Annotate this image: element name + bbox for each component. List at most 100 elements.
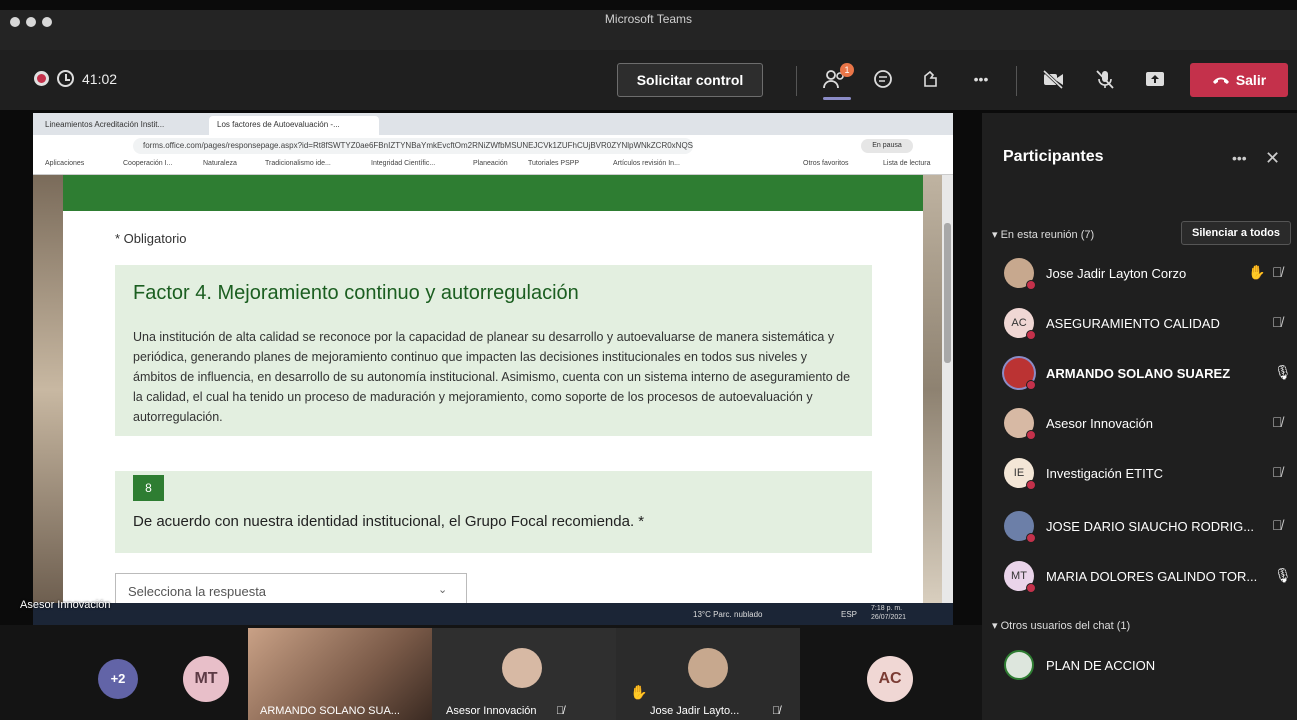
mic-off-icon[interactable]: 🎙̸: [1272, 264, 1283, 280]
mic-off-icon: [1096, 70, 1114, 89]
mic-off-icon: 🎙̸: [772, 705, 781, 717]
request-control-button[interactable]: Solicitar control: [617, 63, 763, 97]
mic-toggle[interactable]: [1090, 64, 1120, 94]
avatar: [1004, 408, 1036, 440]
camera-toggle[interactable]: [1039, 64, 1069, 94]
participant-row[interactable]: PLAN DE ACCION: [1000, 644, 1292, 684]
video-tile-name: Asesor Innovación: [446, 705, 537, 717]
weather-status: 13°C Parc. nublado: [693, 610, 763, 619]
video-tile-name: ARMANDO SOLANO SUA...: [260, 705, 400, 717]
participant-row[interactable]: MT MARIA DOLORES GALINDO TOR... 🎙: [1000, 555, 1292, 595]
answer-select[interactable]: Selecciona la respuesta: [115, 573, 467, 605]
more-actions-button[interactable]: •••: [966, 64, 996, 94]
close-icon[interactable]: ✕: [1265, 148, 1280, 169]
avatar: [1004, 650, 1034, 680]
participant-name: Jose Jadir Layton Corzo: [1046, 266, 1187, 281]
participant-name: ARMANDO SOLANO SUAREZ: [1046, 366, 1231, 381]
chat-icon: [874, 70, 892, 88]
reactions-icon: [924, 70, 937, 87]
question-card: [115, 471, 872, 553]
overflow-participants-button[interactable]: +2: [98, 659, 138, 699]
participant-row[interactable]: IE Investigación ETITC 🎙̸: [1000, 452, 1292, 492]
participant-name: ASEGURAMIENTO CALIDAD: [1046, 316, 1220, 331]
panel-more-button[interactable]: •••: [1232, 150, 1247, 166]
leave-button[interactable]: Salir: [1190, 63, 1288, 97]
mic-off-icon[interactable]: 🎙̸: [1272, 517, 1283, 533]
camera-off-icon: [1042, 69, 1064, 89]
paused-badge[interactable]: En pausa: [861, 139, 913, 153]
mic-icon[interactable]: 🎙: [1274, 364, 1292, 381]
caret-down-icon: ▾: [992, 229, 1001, 241]
meeting-timer: 41:02: [82, 71, 118, 87]
section-description: Una institución de alta calidad se recon…: [133, 330, 851, 424]
mic-off-icon[interactable]: 🎙̸: [1272, 464, 1283, 480]
participant-name: Investigación ETITC: [1046, 466, 1164, 481]
chevron-down-icon[interactable]: ⌄: [438, 583, 447, 596]
chat-button[interactable]: [868, 64, 898, 94]
raised-hand-icon: ✋: [630, 684, 648, 700]
os-date: 26/07/2021: [871, 614, 907, 621]
participant-row[interactable]: AC ASEGURAMIENTO CALIDAD 🎙̸: [1000, 302, 1292, 342]
participant-name: Asesor Innovación: [1046, 416, 1153, 431]
avatar: [1004, 258, 1036, 290]
avatar: AC: [1004, 308, 1036, 340]
page-background: [33, 175, 63, 605]
raised-hand-icon: ✋: [1248, 264, 1266, 280]
bookmark-item[interactable]: Tutoriales PSPP: [528, 160, 579, 167]
recording-icon: [34, 71, 49, 86]
participant-name: PLAN DE ACCION: [1046, 658, 1156, 673]
browser-tab[interactable]: Lineamientos Acreditación Instit...: [37, 116, 207, 135]
active-indicator: [823, 97, 851, 100]
mic-off-icon: 🎙̸: [556, 705, 565, 717]
bookmark-item[interactable]: Cooperación I...: [123, 160, 172, 167]
os-taskbar: [33, 603, 953, 625]
avatar: [1004, 511, 1036, 543]
in-meeting-label: En esta reunión (7): [1000, 229, 1095, 241]
mic-off-icon[interactable]: 🎙̸: [1272, 314, 1283, 330]
in-meeting-section[interactable]: ▾ En esta reunión (7): [992, 228, 1094, 241]
mute-all-button[interactable]: Silenciar a todos: [1181, 221, 1291, 245]
reactions-button[interactable]: [915, 64, 945, 94]
other-chat-label: Otros usuarios del chat (1): [1000, 620, 1131, 632]
bookmark-item[interactable]: Tradicionalismo ide...: [265, 160, 331, 167]
participant-row[interactable]: JOSE DARIO SIAUCHO RODRIG... 🎙̸: [1000, 505, 1292, 545]
mic-off-icon[interactable]: 🎙̸: [1272, 414, 1283, 430]
avatar-initials: IE: [1013, 467, 1025, 479]
browser-tab-active[interactable]: Los factores de Autoevaluación -...: [209, 116, 379, 135]
bookmark-item[interactable]: Aplicaciones: [45, 160, 84, 167]
participant-row[interactable]: ARMANDO SOLANO SUAREZ 🎙: [1000, 352, 1292, 392]
panel-title: Participantes: [1003, 148, 1104, 165]
bookmark-item[interactable]: Otros favoritos: [803, 160, 849, 167]
mic-icon[interactable]: 🎙: [1274, 567, 1292, 584]
video-tile[interactable]: ✋ Jose Jadir Layto... 🎙̸: [616, 628, 800, 720]
participant-row[interactable]: Asesor Innovación 🎙̸: [1000, 402, 1292, 442]
bookmark-item[interactable]: Naturaleza: [203, 160, 237, 167]
bookmark-item[interactable]: Lista de lectura: [883, 160, 930, 167]
bookmark-item[interactable]: Integridad Científic...: [371, 160, 435, 167]
video-tile-avatar[interactable]: MT: [183, 656, 229, 702]
video-tile[interactable]: Asesor Innovación 🎙̸: [432, 628, 616, 720]
avatar: IE: [1004, 458, 1036, 490]
avatar: [502, 648, 542, 688]
bookmark-item[interactable]: Artículos revisión In...: [613, 160, 680, 167]
video-tile[interactable]: ARMANDO SOLANO SUA...: [248, 628, 432, 720]
participant-name: JOSE DARIO SIAUCHO RODRIG...: [1046, 519, 1255, 534]
browser-url[interactable]: forms.office.com/pages/responsepage.aspx…: [133, 138, 693, 154]
avatar-initials: MT: [1011, 570, 1027, 582]
bookmark-item[interactable]: Planeación: [473, 160, 508, 167]
share-screen-button[interactable]: [1140, 64, 1170, 94]
leave-label: Salir: [1235, 72, 1267, 88]
avatar: MT: [1004, 561, 1036, 593]
video-tile-avatar[interactable]: AC: [867, 656, 913, 702]
scrollbar-thumb[interactable]: [944, 223, 951, 363]
other-chat-section[interactable]: ▾ Otros usuarios del chat (1): [992, 619, 1130, 632]
caret-down-icon: ▾: [992, 620, 1001, 632]
section-title: Factor 4. Mejoramiento continuo y autorr…: [133, 282, 579, 304]
avatar: [1004, 358, 1036, 390]
participant-row[interactable]: Jose Jadir Layton Corzo ✋ 🎙̸: [1000, 252, 1292, 292]
form-header: [63, 175, 923, 211]
hang-up-icon: [1212, 77, 1229, 84]
participants-badge: 1: [840, 63, 854, 77]
language-indicator: ESP: [841, 610, 858, 619]
video-tile-name: Jose Jadir Layto...: [650, 705, 740, 717]
